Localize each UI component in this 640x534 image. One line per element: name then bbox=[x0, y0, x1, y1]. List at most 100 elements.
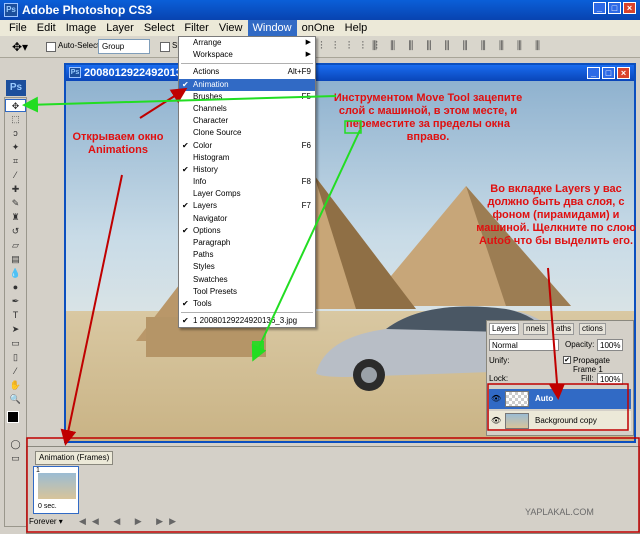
menu-item-color[interactable]: ✔ Color F6 bbox=[179, 140, 315, 152]
playback-controls[interactable]: ◀◀ ◀ ▶ ▶▶ bbox=[79, 516, 182, 527]
menu-separator bbox=[181, 63, 313, 65]
menu-item-label: Color bbox=[193, 140, 213, 150]
menu-item-animation[interactable]: ✔ Animation bbox=[179, 78, 315, 91]
doc-minimize-button[interactable]: _ bbox=[587, 67, 600, 79]
shape-tool-icon[interactable]: ▭ bbox=[5, 337, 26, 350]
color-swatches[interactable] bbox=[5, 407, 26, 437]
crop-tool-icon[interactable]: ⌗ bbox=[5, 155, 26, 168]
menu-image[interactable]: Image bbox=[61, 20, 102, 36]
layer-name: Background copy bbox=[535, 416, 597, 425]
menu-item-character[interactable]: Character bbox=[179, 115, 315, 127]
blend-mode-select[interactable]: Normal bbox=[489, 339, 559, 351]
menu-item-label: Swatches bbox=[193, 274, 228, 284]
history-brush-icon[interactable]: ↺ bbox=[5, 225, 26, 238]
menu-help[interactable]: Help bbox=[340, 20, 373, 36]
pen-tool-icon[interactable]: ✒ bbox=[5, 295, 26, 308]
menu-item-label: Animation bbox=[193, 79, 229, 89]
menu-item-channels[interactable]: Channels bbox=[179, 103, 315, 115]
show-transform-checkbox[interactable] bbox=[160, 42, 170, 52]
photoshop-logo-icon: Ps bbox=[6, 80, 26, 96]
doc-maximize-button[interactable]: □ bbox=[602, 67, 615, 79]
lasso-tool-icon[interactable]: ↄ bbox=[5, 127, 26, 140]
menu-item-layers[interactable]: ✔ Layers F7 bbox=[179, 200, 315, 212]
menu-window[interactable]: Window bbox=[247, 20, 297, 36]
dodge-tool-icon[interactable]: ● bbox=[5, 281, 26, 294]
menu-edit[interactable]: Edit bbox=[32, 20, 61, 36]
brush-tool-icon[interactable]: ✎ bbox=[5, 197, 26, 210]
menu-item-1-20080129224920136-3-jpg[interactable]: ✔ 1 20080129224920136_3.jpg bbox=[179, 315, 315, 327]
eyedropper-icon[interactable]: ⁄ bbox=[5, 365, 26, 378]
menu-view[interactable]: View bbox=[214, 20, 248, 36]
layers-tab-1[interactable]: nnels bbox=[523, 323, 549, 335]
menu-item-paths[interactable]: Paths bbox=[179, 249, 315, 261]
slice-tool-icon[interactable]: ⁄ bbox=[5, 169, 26, 182]
move-tool-icon[interactable]: ✥▾ bbox=[12, 40, 28, 54]
menu-layer[interactable]: Layer bbox=[101, 20, 139, 36]
menu-item-workspace[interactable]: Workspace ▶ bbox=[179, 49, 315, 61]
menu-item-histogram[interactable]: Histogram bbox=[179, 152, 315, 164]
zoom-tool-icon[interactable]: 🔍 bbox=[5, 393, 26, 406]
fill-field[interactable]: 100% bbox=[597, 373, 623, 385]
menu-item-tools[interactable]: ✔ Tools bbox=[179, 298, 315, 310]
animation-frames-tab[interactable]: Animation (Frames) bbox=[35, 451, 114, 465]
healing-brush-icon[interactable]: ✚ bbox=[5, 183, 26, 196]
menu-filter[interactable]: Filter bbox=[179, 20, 213, 36]
options-bar: ✥▾ Auto-Select: Group Sh ⫶ ⫶ ⫶ ⫶ ⫶ ⫼ ⫼ ⫼… bbox=[0, 36, 640, 58]
menu-onone[interactable]: onOne bbox=[297, 20, 340, 36]
distribute-icons[interactable]: ⫼ ⫼ ⫼ ⫼ ⫼ ⫼ ⫼ ⫼ ⫼ ⫼ bbox=[372, 40, 545, 53]
layers-tab-3[interactable]: ctions bbox=[579, 323, 606, 335]
close-button[interactable]: × bbox=[623, 2, 636, 14]
menu-separator bbox=[181, 312, 313, 314]
animation-frame[interactable]: 1 0 sec. bbox=[33, 466, 79, 514]
menu-item-styles[interactable]: Styles bbox=[179, 261, 315, 273]
quick-mask-icon[interactable]: ◯ bbox=[5, 438, 26, 451]
doc-close-button[interactable]: × bbox=[617, 67, 630, 79]
menu-item-layer-comps[interactable]: Layer Comps bbox=[179, 188, 315, 200]
maximize-button[interactable]: □ bbox=[608, 2, 621, 14]
menu-item-swatches[interactable]: Swatches bbox=[179, 274, 315, 286]
opacity-field[interactable]: 100% bbox=[597, 339, 623, 351]
gradient-tool-icon[interactable]: ▤ bbox=[5, 253, 26, 266]
frame-time[interactable]: 0 sec. bbox=[38, 503, 57, 510]
type-tool-icon[interactable]: T bbox=[5, 309, 26, 322]
menu-item-tool-presets[interactable]: Tool Presets bbox=[179, 286, 315, 298]
layers-tab-0[interactable]: Layers bbox=[489, 323, 520, 335]
menu-item-clone-source[interactable]: Clone Source bbox=[179, 127, 315, 139]
move-tool-icon[interactable]: ✥ bbox=[5, 99, 26, 112]
layers-tab-2[interactable]: aths bbox=[553, 323, 575, 335]
checkmark-icon: ✔ bbox=[182, 140, 189, 150]
menu-item-navigator[interactable]: Navigator bbox=[179, 213, 315, 225]
magic-wand-icon[interactable]: ✦ bbox=[5, 141, 26, 154]
menu-item-paragraph[interactable]: Paragraph bbox=[179, 237, 315, 249]
propagate-checkbox[interactable]: ✔ bbox=[563, 356, 571, 364]
eye-icon[interactable]: 👁 bbox=[491, 411, 501, 431]
clone-stamp-icon[interactable]: ♜ bbox=[5, 211, 26, 224]
menubar: File Edit Image Layer Select Filter View Window… bbox=[0, 20, 640, 36]
eraser-tool-icon[interactable]: ▱ bbox=[5, 239, 26, 252]
screen-mode-icon[interactable]: ▭ bbox=[5, 452, 26, 465]
blur-tool-icon[interactable]: 💧 bbox=[5, 267, 26, 280]
layer-row[interactable]: 👁 Background copy bbox=[489, 411, 631, 431]
eye-icon[interactable]: 👁 bbox=[491, 389, 501, 409]
hand-tool-icon[interactable]: ✋ bbox=[5, 379, 26, 392]
notes-tool-icon[interactable]: ▯ bbox=[5, 351, 26, 364]
menu-item-actions[interactable]: Actions Alt+F9 bbox=[179, 66, 315, 78]
menu-item-info[interactable]: Info F8 bbox=[179, 176, 315, 188]
foreground-color-swatch[interactable] bbox=[7, 411, 19, 423]
checkmark-icon: ✔ bbox=[182, 164, 189, 174]
marquee-tool-icon[interactable]: ⬚ bbox=[5, 113, 26, 126]
menu-item-options[interactable]: ✔ Options bbox=[179, 225, 315, 237]
layer-row[interactable]: 👁 Auto bbox=[489, 389, 631, 409]
menu-item-history[interactable]: ✔ History bbox=[179, 164, 315, 176]
loop-select[interactable]: Forever ▾ bbox=[29, 517, 63, 526]
path-selection-icon[interactable]: ➤ bbox=[5, 323, 26, 336]
menu-file[interactable]: File bbox=[4, 20, 32, 36]
menu-item-arrange[interactable]: Arrange ▶ bbox=[179, 37, 315, 49]
menu-item-label: History bbox=[193, 164, 218, 174]
menu-item-brushes[interactable]: Brushes F5 bbox=[179, 91, 315, 103]
fill-value: 100% bbox=[600, 375, 621, 384]
auto-select-checkbox[interactable] bbox=[46, 42, 56, 52]
menu-select[interactable]: Select bbox=[139, 20, 180, 36]
auto-select-dropdown[interactable]: Group bbox=[98, 39, 150, 54]
minimize-button[interactable]: _ bbox=[593, 2, 606, 14]
